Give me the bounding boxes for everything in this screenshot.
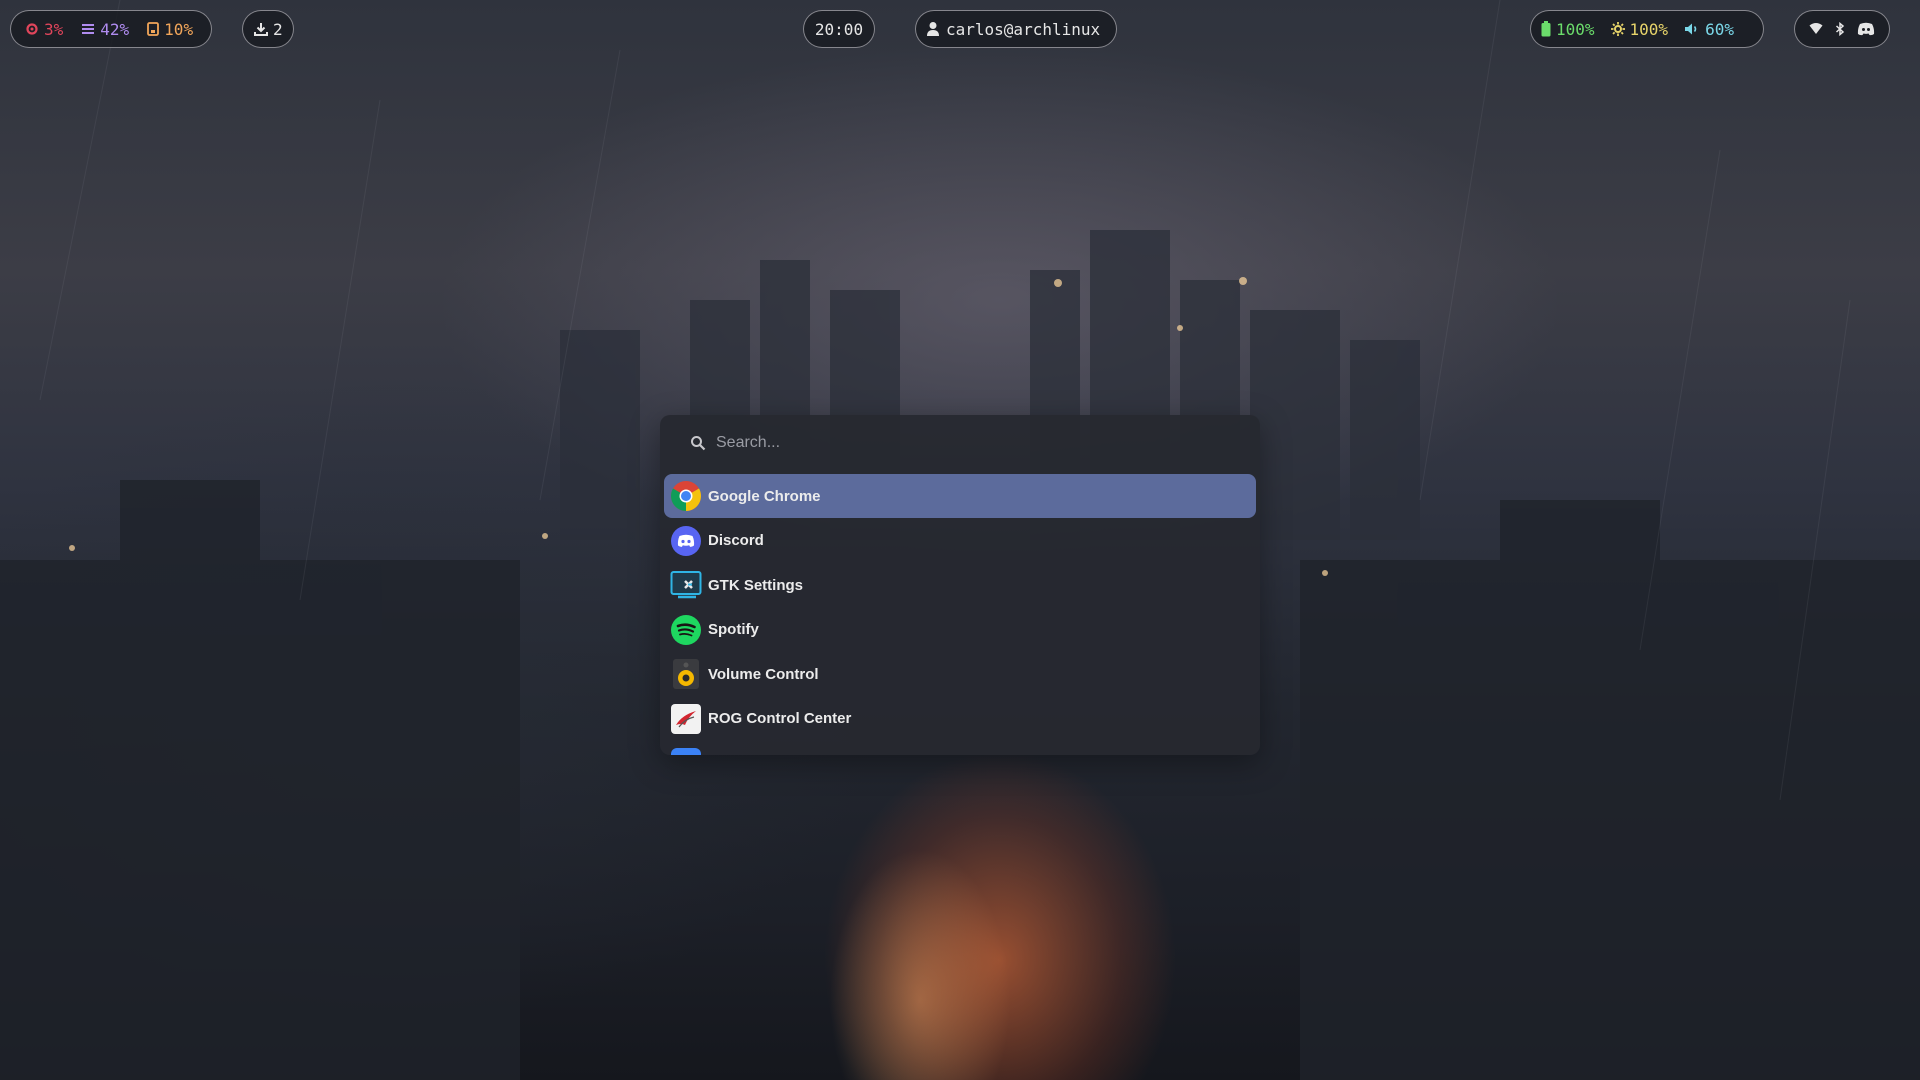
memory-indicator: 42%	[81, 20, 129, 39]
wifi-icon[interactable]	[1809, 23, 1823, 35]
battery-icon	[1541, 21, 1551, 37]
user-pill[interactable]: carlos@archlinux	[915, 10, 1117, 48]
disk-value: 10%	[164, 19, 194, 39]
cpu-icon	[26, 23, 38, 35]
volume-indicator: 60%	[1684, 20, 1734, 39]
brightness-icon	[1610, 22, 1625, 36]
app-label: Discord	[708, 532, 764, 549]
user-icon	[927, 22, 939, 36]
clock: 20:00	[814, 19, 864, 39]
memory-icon	[82, 24, 95, 34]
discord-tray-icon[interactable]	[1857, 22, 1875, 36]
app-item-google-chrome[interactable]: Google Chrome	[664, 474, 1256, 518]
battery-indicator: 100%	[1541, 20, 1595, 39]
status-pill[interactable]: 100% 100% 60%	[1530, 10, 1764, 48]
app-item-spotify[interactable]: Spotify	[664, 608, 1256, 652]
updates-pill[interactable]: 2	[242, 10, 294, 48]
brightness-value: 100%	[1629, 19, 1669, 39]
disk-icon	[147, 22, 160, 36]
volume-control-icon	[670, 658, 702, 690]
clock-pill[interactable]: 20:00	[803, 10, 875, 48]
app-item-discord[interactable]: Discord	[664, 519, 1256, 563]
app-item-volume-control[interactable]: Volume Control	[664, 652, 1256, 696]
app-label: Google Chrome	[708, 487, 821, 505]
gtk-settings-icon	[670, 569, 702, 601]
volume-value: 60%	[1705, 19, 1734, 39]
app-label: GTK Settings	[708, 576, 804, 594]
app-item-partial[interactable]	[664, 741, 1256, 755]
app-label: Volume Control	[708, 665, 819, 683]
search-input[interactable]	[714, 433, 1238, 453]
user-label: carlos@archlinux	[946, 19, 1101, 39]
app-label: ROG Control Center	[708, 710, 852, 727]
tray-pill	[1794, 10, 1890, 48]
spotify-icon	[670, 614, 702, 646]
bluetooth-icon[interactable]	[1835, 22, 1845, 36]
cpu-value: 3%	[44, 19, 64, 39]
chrome-icon	[670, 480, 702, 512]
disk-indicator: 10%	[147, 20, 193, 39]
app-launcher: Google Chrome Discord GTK Settings Spoti…	[660, 415, 1260, 755]
memory-value: 42%	[100, 19, 130, 39]
app-item-gtk-settings[interactable]: GTK Settings	[664, 563, 1256, 607]
partial-app-icon	[670, 747, 702, 755]
updates-count: 2	[273, 19, 283, 39]
app-list: Google Chrome Discord GTK Settings Spoti…	[664, 474, 1256, 755]
app-item-rog-control-center[interactable]: ROG Control Center	[664, 697, 1256, 741]
system-stats-pill[interactable]: 3% 42% 10%	[10, 10, 212, 48]
search-bar[interactable]	[660, 415, 1260, 471]
cpu-indicator: 3%	[25, 20, 63, 39]
battery-value: 100%	[1556, 19, 1595, 39]
volume-icon	[1685, 23, 1697, 35]
discord-icon	[670, 525, 702, 557]
search-icon	[691, 436, 706, 451]
brightness-indicator: 100%	[1610, 19, 1669, 39]
rog-icon	[670, 703, 702, 735]
app-label: Spotify	[708, 621, 759, 638]
download-icon	[254, 23, 268, 36]
